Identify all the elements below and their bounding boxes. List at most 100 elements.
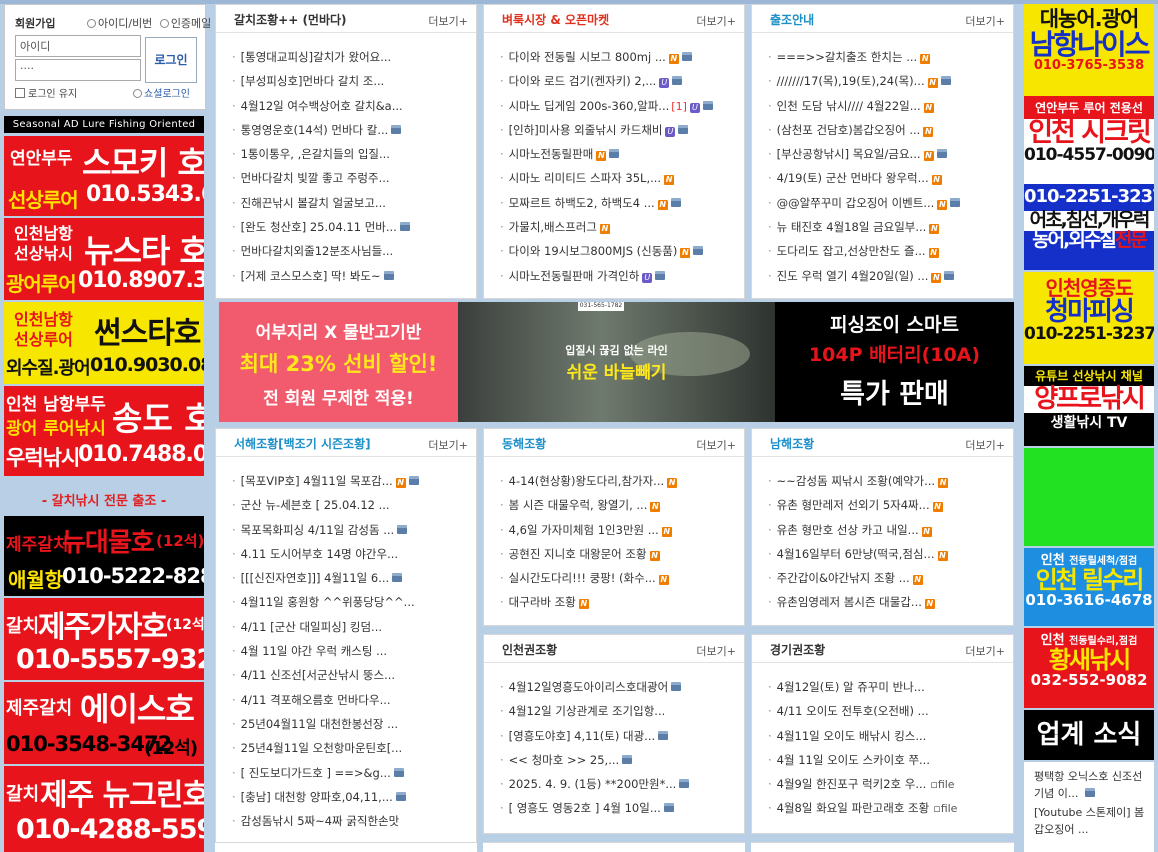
more-link[interactable]: 더보기+ xyxy=(965,13,1005,29)
list-item[interactable]: 4월11일 오이도 배낚시 킹스... xyxy=(768,724,1008,748)
list-item[interactable]: ~~감성돔 찌낚시 조황(예약가...N xyxy=(768,469,1008,493)
list-item[interactable]: 먼바다갈치 빛깔 좋고 주렁주... xyxy=(232,166,472,190)
right-ad-eocho[interactable]: 010-2251-3237 어초,침선,개우럭 농어,외수질전문 xyxy=(1024,184,1154,270)
list-item[interactable]: 모짜르트 하백도2, 하백도4 ...N xyxy=(500,191,740,215)
board-title[interactable]: 벼룩시장 & 오픈마켓 xyxy=(502,11,609,28)
left-ad-newgreen[interactable]: 갈치 제주 뉴그린호 010-4288-5599 xyxy=(4,766,204,852)
list-item[interactable]: << 청마호 >> 25,... xyxy=(500,748,740,772)
social-login-link[interactable]: 쇼셜로그인 xyxy=(133,85,190,100)
right-ad-secret[interactable]: 연안부두 루어 전용선 인천 시크릿 010-4557-0090 xyxy=(1024,96,1154,184)
right-ad-green-blank[interactable] xyxy=(1024,448,1154,546)
left-ad-smokey[interactable]: 연안부두 스모키 호 선상루어 010.5343.6604 xyxy=(4,136,204,216)
list-item[interactable]: 25년04월11일 대천한봉선장 ... xyxy=(232,712,472,736)
board-title[interactable]: 출조안내 xyxy=(770,11,814,28)
list-item[interactable]: 실시간도다리!!! 쿵팡! (화수...N xyxy=(500,566,740,590)
right-ad-hwangsae[interactable]: 인천 전동릴수리,점검 황새낚시 032-552-9082 xyxy=(1024,628,1154,708)
keep-login[interactable]: 로그인 유지 xyxy=(15,85,77,100)
board-title[interactable]: 갈치조황++ (먼바다) xyxy=(234,11,347,28)
list-item[interactable]: 4월8일 화요일 파란고래호 조황▫file xyxy=(768,796,1008,820)
find-id-link[interactable]: 아이디/비번 xyxy=(98,17,152,30)
board-title[interactable]: 동해조황 xyxy=(502,435,546,452)
list-item[interactable]: 유촌 형만레저 선외기 5자4짜...N xyxy=(768,493,1008,517)
list-item[interactable]: 4월12일영흥도아이리스호대광어 xyxy=(500,675,740,699)
list-item[interactable]: 4월16일부터 6만냥(떡국,점심...N xyxy=(768,542,1008,566)
list-item[interactable]: 목포목화피싱 4/11일 감성돔 ... xyxy=(232,518,472,542)
list-item[interactable]: 먼바다갈치외줄12분조사님들... xyxy=(232,239,472,263)
list-item[interactable]: 4/11 격포해오름호 먼바다우... xyxy=(232,688,472,712)
board-title[interactable]: 인천권조황 xyxy=(502,641,557,658)
list-item[interactable]: 시마노 딥게임 200s-360,알파...[1]U xyxy=(500,94,740,118)
list-item[interactable]: [Youtube 스톤제이] 봄 갑오징어 ... xyxy=(1024,802,1154,838)
list-item[interactable]: [거제 코스모스호] 딱! 봐도~ xyxy=(232,264,472,288)
verify-email-link[interactable]: 인증메일 xyxy=(171,17,211,30)
list-item[interactable]: 4/11 오이도 전투호(오전배) ... xyxy=(768,699,1008,723)
list-item[interactable]: 다이와 전동릴 시보그 800mj ...N xyxy=(500,45,740,69)
right-ad-yangpro[interactable]: 유튜브 선상낚시 채널 양프로낚시 생활낚시 TV xyxy=(1024,366,1154,446)
list-item[interactable]: [통영대교피싱]갈치가 왔어요... xyxy=(232,45,472,69)
signup-link[interactable]: 회원가입 xyxy=(15,15,55,31)
board-title[interactable]: 서해조황[백조기 시즌조황] xyxy=(234,435,371,452)
left-ad-songdo[interactable]: 인천 남항부두 광어 루어낚시 송도 호 우럭낚시 010.7488.0182 xyxy=(4,386,204,476)
list-item[interactable]: 대구라바 조황N xyxy=(500,590,740,614)
list-item[interactable]: 시마노전동릴판매N xyxy=(500,142,740,166)
list-item[interactable]: 뉴 태진호 4월18일 금요일부...N xyxy=(768,215,1008,239)
keep-login-checkbox[interactable] xyxy=(15,88,25,98)
list-item[interactable]: 1통이통우, ,은갈치들의 입질... xyxy=(232,142,472,166)
id-input[interactable]: 아이디 xyxy=(15,35,141,57)
more-link[interactable]: 더보기+ xyxy=(965,437,1005,453)
list-item[interactable]: [완도 청산호] 25.04.11 먼바... xyxy=(232,215,472,239)
list-item[interactable]: 2025. 4. 9. (1등) **200만원*... xyxy=(500,772,740,796)
left-ad-sunstar[interactable]: 인천남항 선상루어 썬스타호 외수질.광어 010.9030.0819 xyxy=(4,302,204,384)
list-item[interactable]: 4,6일 가자미체험 1인3만원 ...N xyxy=(500,518,740,542)
list-item[interactable]: [부산공항낚시] 목요일/금요...N xyxy=(768,142,1008,166)
board-title[interactable]: 경기권조황 xyxy=(770,641,825,658)
list-item[interactable]: 4월12일 기상관계로 조기입항... xyxy=(500,699,740,723)
banner-battery[interactable]: 피싱조이 스마트 104P 배터리(10A) 특가 판매 xyxy=(775,302,1014,422)
list-item[interactable]: [[[신진자연호]]] 4월11일 6... xyxy=(232,566,472,590)
list-item[interactable]: 유촌임영레저 봄시즌 대물갑...N xyxy=(768,590,1008,614)
list-item[interactable]: 다이와 19시보그800MJS (신동품)N xyxy=(500,239,740,263)
list-item[interactable]: 진해끈낚시 볼갈치 얼굴보고... xyxy=(232,191,472,215)
more-link[interactable]: 더보기+ xyxy=(696,437,736,453)
right-ad-namhang-nice[interactable]: 대농어.광어 남항나이스 010-3765-3538 xyxy=(1024,4,1154,96)
right-ad-cheongma[interactable]: 인천영종도 청마피싱 010-2251-3237 xyxy=(1024,272,1154,364)
list-item[interactable]: 4월12일 여수백상어호 갈치&a... xyxy=(232,94,472,118)
password-input[interactable]: ···· xyxy=(15,59,141,81)
list-item[interactable]: 4월12일(토) 알 쥬꾸미 반나... xyxy=(768,675,1008,699)
list-item[interactable]: 봄 시즌 대물우럭, 왕열기, ...N xyxy=(500,493,740,517)
list-item[interactable]: 4월 11일 오이도 스카이호 쭈... xyxy=(768,748,1008,772)
banner-hook[interactable]: 031-565-1782 입질시 끊김 없는 라인 쉬운 바늘빼기 xyxy=(458,302,775,422)
list-item[interactable]: 4/11 [군산 대일피싱] 킹덤... xyxy=(232,615,472,639)
list-item[interactable]: 4/19(토) 군산 먼바다 왕우럭...N xyxy=(768,166,1008,190)
list-item[interactable]: 도다리도 잡고,선상만찬도 즐...N xyxy=(768,239,1008,263)
list-item[interactable]: 25년4월11일 오천항마운틴호[... xyxy=(232,736,472,760)
list-item[interactable]: [ 진도보디가드호 ] ==>&g... xyxy=(232,761,472,785)
list-item[interactable]: 4월11일 홍원항 ^^위풍당당^^... xyxy=(232,590,472,614)
list-item[interactable]: ///////17(목),19(토),24(목)...N xyxy=(768,69,1008,93)
right-ad-reel-repair[interactable]: 인천 전동릴세척/점검 인천 릴수리 010-3616-4678 xyxy=(1024,548,1154,626)
left-ad-newdaemul[interactable]: 제주갈치 뉴대물호 (12석) 애월항 010-5222-8282 xyxy=(4,516,204,596)
list-item[interactable]: [목포VIP호] 4월11일 목포감...N xyxy=(232,469,472,493)
more-link[interactable]: 더보기+ xyxy=(696,643,736,659)
list-item[interactable]: 유촌 형만호 선상 카고 내일...N xyxy=(768,518,1008,542)
banner-discount[interactable]: 어부지리 X 물반고기반 최대 23% 선비 할인! 전 회원 무제한 적용! xyxy=(219,302,458,422)
list-item[interactable]: 다이와 로드 검기(켄자키) 2,...U xyxy=(500,69,740,93)
list-item[interactable]: 통영영운호(14석) 먼바다 칼... xyxy=(232,118,472,142)
list-item[interactable]: [영흥도야호] 4,11(토) 대광... xyxy=(500,724,740,748)
more-link[interactable]: 더보기+ xyxy=(965,643,1005,659)
left-ad-ace[interactable]: 제주갈치 에이스호 010-3548-3472 (12석) xyxy=(4,682,204,764)
list-item[interactable]: 군산 뉴-세븐호 [ 25.04.12 ... xyxy=(232,493,472,517)
list-item[interactable]: 4.11 도시어부호 14명 야간우... xyxy=(232,542,472,566)
list-item[interactable]: 시마노 리미티드 스파자 35L,...N xyxy=(500,166,740,190)
list-item[interactable]: 진도 우럭 열기 4월20일(일) ...N xyxy=(768,264,1008,288)
list-item[interactable]: 가물치,배스프러그N xyxy=(500,215,740,239)
list-item[interactable]: [충남] 대천항 양파호,04,11,... xyxy=(232,785,472,809)
more-link[interactable]: 더보기+ xyxy=(696,13,736,29)
list-item[interactable]: 4월9일 한진포구 럭키2호 우...▫file xyxy=(768,772,1008,796)
board-title[interactable]: 남해조황 xyxy=(770,435,814,452)
list-item[interactable]: 4/11 신조선[서군산낚시 뚱스... xyxy=(232,663,472,687)
list-item[interactable]: 인천 도담 낚시//// 4월22일...N xyxy=(768,94,1008,118)
list-item[interactable]: 감성돔낚시 5짜~4짜 굵직한손맛 xyxy=(232,809,472,833)
login-button[interactable]: 로그인 xyxy=(145,37,197,83)
list-item[interactable]: 4-14(현상황)왕도다리,참가자...N xyxy=(500,469,740,493)
